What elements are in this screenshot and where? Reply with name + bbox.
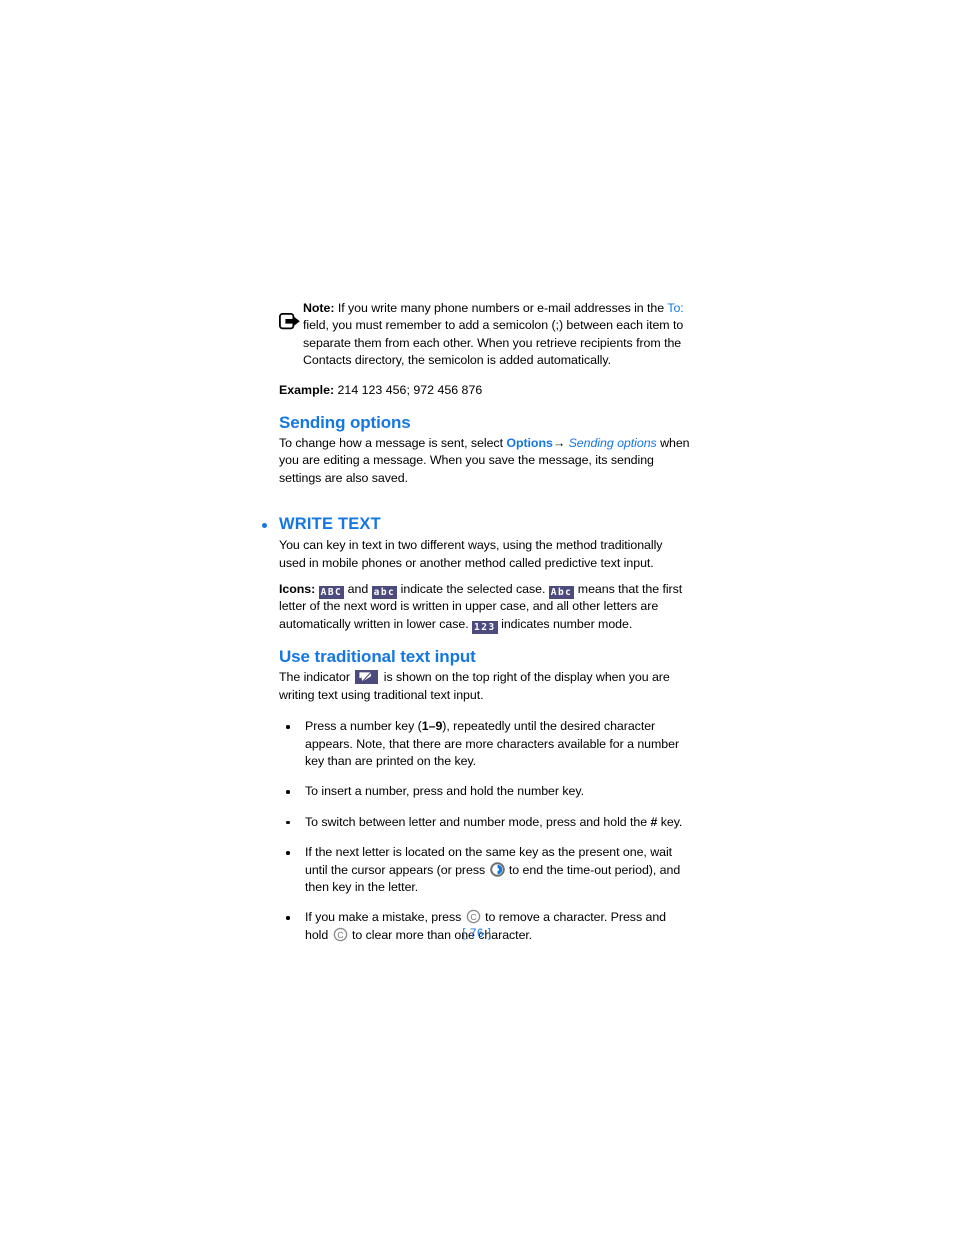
list-bullet-icon	[286, 851, 290, 855]
icons-text-2: indicate the selected case.	[397, 582, 549, 597]
note-field-link: To:	[667, 301, 684, 315]
badge-abc-uppercase-icon: ABC	[318, 586, 345, 600]
list-bullet-icon	[286, 820, 290, 825]
heading-write-text-label: WRITE TEXT	[279, 515, 381, 534]
write-text-intro: You can key in text in two different way…	[279, 538, 663, 570]
svg-text:C: C	[470, 912, 476, 922]
write-text-icons-paragraph: Icons: ABC and abc indicate the selected…	[279, 581, 690, 634]
page-content: Note: If you write many phone numbers or…	[262, 300, 690, 957]
note-lead-label: Note:	[303, 301, 335, 315]
sending-options-paragraph: To change how a message is sent, select …	[279, 435, 690, 487]
badge-123-icon: 123	[472, 620, 498, 634]
bullet-same-key: If the next letter is located on the sam…	[279, 844, 690, 896]
heading-write-text: WRITE TEXT	[262, 515, 690, 534]
example-label: Example:	[279, 382, 335, 397]
bullet-insert-number-text: To insert a number, press and hold the n…	[305, 784, 584, 799]
section-bullet-icon	[262, 523, 267, 529]
bullet-number-key-text-1: Press a number key (	[305, 719, 422, 734]
note-text-after-link: field, you must remember to add a semico…	[303, 318, 684, 368]
bullet-clear-key-text-1: If you make a mistake, press	[305, 910, 465, 925]
note-text-before-link: If you write many phone numbers or e-mai…	[334, 301, 668, 315]
clear-key-icon: C	[466, 909, 481, 924]
icons-label: Icons:	[279, 582, 316, 597]
bullet-insert-number: To insert a number, press and hold the n…	[279, 783, 690, 800]
badge-abc-mixedcase-icon: Abc	[548, 586, 575, 600]
note-callout: Note: If you write many phone numbers or…	[262, 300, 690, 370]
icons-text-4: indicates number mode.	[497, 616, 633, 631]
traditional-input-text-1: The indicator	[279, 670, 354, 685]
badge-abc-lowercase-icon: abc	[371, 586, 398, 600]
icons-text-1: and	[344, 582, 372, 597]
menu-item-sending-options: Sending options	[565, 436, 657, 451]
note-text: Note: If you write many phone numbers or…	[303, 300, 690, 370]
example-line: Example: 214 123 456; 972 456 876	[279, 382, 690, 399]
list-bullet-icon	[286, 916, 290, 920]
manual-page: Note: If you write many phone numbers or…	[0, 0, 954, 1235]
note-arrow-icon	[278, 312, 301, 331]
sending-options-text-1: To change how a message is sent, select	[279, 436, 507, 451]
list-bullet-icon	[286, 725, 290, 729]
list-bullet-icon	[286, 790, 290, 794]
page-number: [ 76 ]	[462, 928, 492, 940]
menu-arrow: →	[552, 436, 566, 451]
heading-use-traditional-text-input: Use traditional text input	[279, 647, 476, 667]
bullet-switch-mode: To switch between letter and number mode…	[279, 814, 690, 831]
example-value: 214 123 456; 972 456 876	[334, 382, 483, 397]
heading-sending-options: Sending options	[279, 413, 411, 433]
bullet-switch-mode-text-1: To switch between letter and number mode…	[305, 814, 651, 829]
traditional-input-bullet-list: Press a number key (1–9), repeatedly unt…	[262, 718, 690, 944]
pen-writing-indicator-icon	[355, 670, 379, 685]
scroll-key-icon	[489, 861, 505, 877]
traditional-input-paragraph: The indicator is shown on the top right …	[279, 669, 690, 704]
bullet-number-key: Press a number key (1–9), repeatedly unt…	[279, 718, 690, 770]
menu-item-options: Options	[506, 436, 553, 451]
bullet-number-key-range: 1–9	[421, 719, 443, 734]
bullet-switch-mode-text-2: key.	[657, 814, 683, 829]
